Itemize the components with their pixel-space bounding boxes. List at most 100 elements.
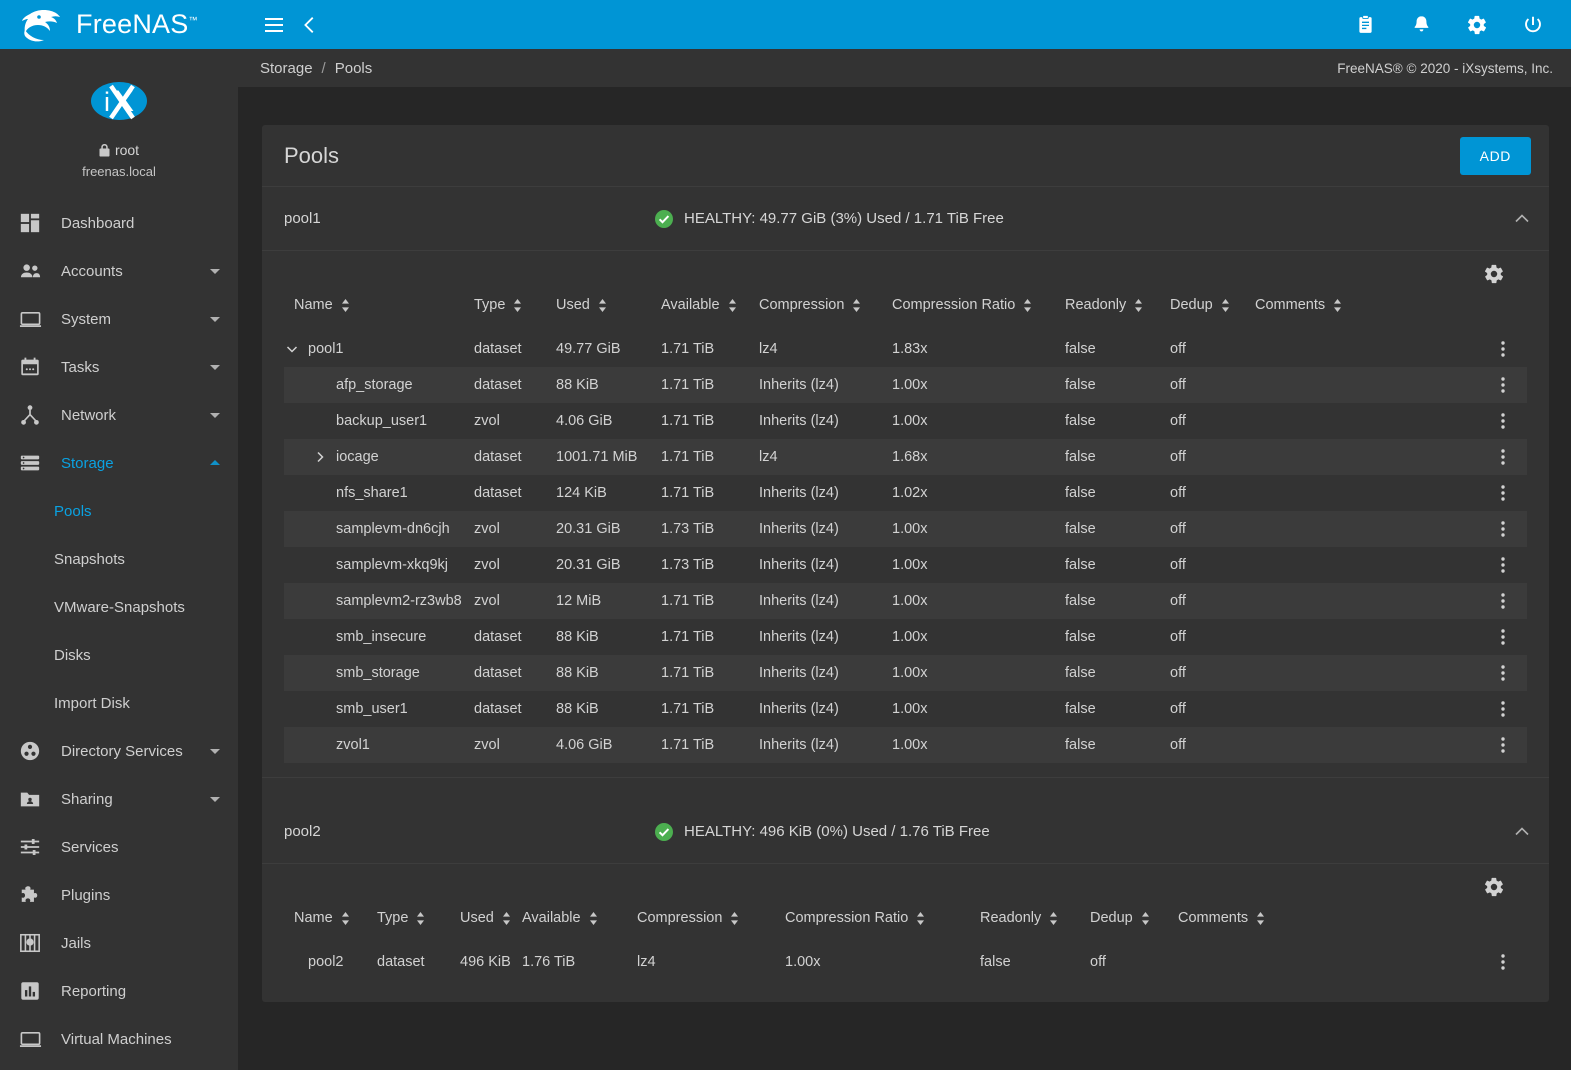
sidebar-item-directory-services[interactable]: Directory Services — [0, 727, 238, 775]
cell-compression: Inherits (lz4) — [759, 367, 892, 403]
freenas-logo-icon — [22, 8, 66, 42]
table-row[interactable]: samplevm-xkq9kjzvol20.31 GiB1.73 TiBInhe… — [284, 547, 1527, 583]
reporting-chart-icon — [17, 978, 43, 1004]
row-actions-menu-icon[interactable] — [1492, 951, 1514, 973]
chevron-up-icon[interactable] — [1513, 823, 1531, 841]
column-header-type[interactable]: Type — [474, 297, 556, 331]
chevron-right-icon[interactable] — [312, 449, 328, 465]
sidebar-item-dashboard[interactable]: Dashboard — [0, 199, 238, 247]
sort-arrows-icon — [341, 299, 350, 312]
column-header-comments[interactable]: Comments — [1178, 910, 1479, 944]
column-header-type[interactable]: Type — [377, 910, 460, 944]
sidebar-item-system[interactable]: System — [0, 295, 238, 343]
hamburger-icon[interactable] — [256, 7, 292, 43]
table-row[interactable]: afp_storagedataset88 KiB1.71 TiBInherits… — [284, 367, 1527, 403]
notifications-icon[interactable] — [1403, 7, 1439, 43]
column-header-compression[interactable]: Compression — [759, 297, 892, 331]
pool-header-pool2[interactable]: pool2 HEALTHY: 496 KiB (0%) Used / 1.76 … — [262, 800, 1549, 864]
cell-compression: lz4 — [637, 944, 785, 980]
cell-compression-ratio: 1.00x — [892, 547, 1065, 583]
row-actions-menu-icon[interactable] — [1492, 446, 1514, 468]
row-actions-menu-icon[interactable] — [1492, 374, 1514, 396]
column-header-compression-ratio[interactable]: Compression Ratio — [785, 910, 980, 944]
column-header-available[interactable]: Available — [522, 910, 637, 944]
table-row[interactable]: nfs_share1dataset124 KiB1.71 TiBInherits… — [284, 475, 1527, 511]
table-row[interactable]: smb_user1dataset88 KiB1.71 TiBInherits (… — [284, 691, 1527, 727]
row-actions-menu-icon[interactable] — [1492, 662, 1514, 684]
table-row[interactable]: smb_storagedataset88 KiB1.71 TiBInherits… — [284, 655, 1527, 691]
table-row[interactable]: smb_insecuredataset88 KiB1.71 TiBInherit… — [284, 619, 1527, 655]
cell-name: smb_user1 — [284, 691, 474, 727]
sidebar-item-pools[interactable]: Pools — [0, 487, 238, 535]
cell-name: backup_user1 — [284, 403, 474, 439]
sidebar-item-virtual-machines[interactable]: Virtual Machines — [0, 1015, 238, 1063]
column-header-readonly[interactable]: Readonly — [1065, 297, 1170, 331]
row-actions-menu-icon[interactable] — [1492, 554, 1514, 576]
cell-type: zvol — [474, 403, 556, 439]
chevron-up-icon[interactable] — [1513, 210, 1531, 228]
sort-arrows-icon — [916, 912, 925, 925]
table-row[interactable]: backup_user1zvol4.06 GiB1.71 TiBInherits… — [284, 403, 1527, 439]
chevron-down-icon[interactable] — [284, 341, 300, 357]
sidebar-item-plugins[interactable]: Plugins — [0, 871, 238, 919]
sidebar-label: Dashboard — [61, 215, 222, 232]
sidebar-item-network[interactable]: Network — [0, 391, 238, 439]
settings-gear-icon[interactable] — [1459, 7, 1495, 43]
row-actions-menu-icon[interactable] — [1492, 338, 1514, 360]
row-actions-menu-icon[interactable] — [1492, 518, 1514, 540]
column-header-used[interactable]: Used — [460, 910, 522, 944]
sidebar-item-accounts[interactable]: Accounts — [0, 247, 238, 295]
pool-header-pool1[interactable]: pool1 HEALTHY: 49.77 GiB (3%) Used / 1.7… — [262, 187, 1549, 251]
column-header-name[interactable]: Name — [284, 910, 377, 944]
sidebar-item-import-disk[interactable]: Import Disk — [0, 679, 238, 727]
table-row[interactable]: zvol1zvol4.06 GiB1.71 TiBInherits (lz4)1… — [284, 727, 1527, 763]
topbar — [238, 0, 1571, 49]
column-header-name[interactable]: Name — [284, 297, 474, 331]
row-actions-menu-icon[interactable] — [1492, 590, 1514, 612]
dataset-name-label: nfs_share1 — [336, 485, 408, 501]
sidebar-item-tasks[interactable]: Tasks — [0, 343, 238, 391]
row-actions-menu-icon[interactable] — [1492, 482, 1514, 504]
table-row[interactable]: iocagedataset1001.71 MiB1.71 TiBlz41.68x… — [284, 439, 1527, 475]
username-label: root — [115, 142, 139, 158]
sidebar-item-services[interactable]: Services — [0, 823, 238, 871]
add-pool-button[interactable]: ADD — [1460, 137, 1531, 175]
sidebar-item-disks[interactable]: Disks — [0, 631, 238, 679]
column-header-available[interactable]: Available — [661, 297, 759, 331]
table-settings-gear-icon[interactable] — [1483, 876, 1505, 898]
column-header-compression-ratio[interactable]: Compression Ratio — [892, 297, 1065, 331]
column-label: Type — [474, 297, 505, 313]
row-actions-menu-icon[interactable] — [1492, 734, 1514, 756]
column-header-compression[interactable]: Compression — [637, 910, 785, 944]
tasks-icon[interactable] — [1347, 7, 1383, 43]
cell-type: zvol — [474, 583, 556, 619]
table-settings-gear-icon[interactable] — [1483, 263, 1505, 285]
chevron-left-icon[interactable] — [292, 7, 328, 43]
column-header-dedup[interactable]: Dedup — [1170, 297, 1255, 331]
cell-actions — [1479, 331, 1527, 367]
table-row[interactable]: samplevm-dn6cjhzvol20.31 GiB1.73 TiBInhe… — [284, 511, 1527, 547]
sidebar-label: Jails — [61, 935, 222, 952]
sidebar-label: Sharing — [61, 791, 208, 808]
row-actions-menu-icon[interactable] — [1492, 626, 1514, 648]
row-actions-menu-icon[interactable] — [1492, 410, 1514, 432]
cell-available: 1.73 TiB — [661, 511, 759, 547]
table-row[interactable]: pool2dataset496 KiB1.76 TiBlz41.00xfalse… — [284, 944, 1527, 980]
breadcrumb-pools[interactable]: Pools — [335, 60, 373, 77]
sidebar-item-sharing[interactable]: Sharing — [0, 775, 238, 823]
sidebar-item-reporting[interactable]: Reporting — [0, 967, 238, 1015]
column-header-comments[interactable]: Comments — [1255, 297, 1479, 331]
breadcrumb-storage[interactable]: Storage — [260, 60, 313, 77]
column-header-used[interactable]: Used — [556, 297, 661, 331]
sidebar-item-snapshots[interactable]: Snapshots — [0, 535, 238, 583]
row-actions-menu-icon[interactable] — [1492, 698, 1514, 720]
sidebar-item-storage[interactable]: Storage — [0, 439, 238, 487]
table-row[interactable]: samplevm2-rz3wb8zvol12 MiB1.71 TiBInheri… — [284, 583, 1527, 619]
table-row[interactable]: pool1dataset49.77 GiB1.71 TiBlz41.83xfal… — [284, 331, 1527, 367]
sidebar-item-vmware-snapshots[interactable]: VMware-Snapshots — [0, 583, 238, 631]
network-icon — [17, 402, 43, 428]
sidebar-item-jails[interactable]: Jails — [0, 919, 238, 967]
column-header-readonly[interactable]: Readonly — [980, 910, 1090, 944]
column-header-dedup[interactable]: Dedup — [1090, 910, 1178, 944]
power-icon[interactable] — [1515, 7, 1551, 43]
